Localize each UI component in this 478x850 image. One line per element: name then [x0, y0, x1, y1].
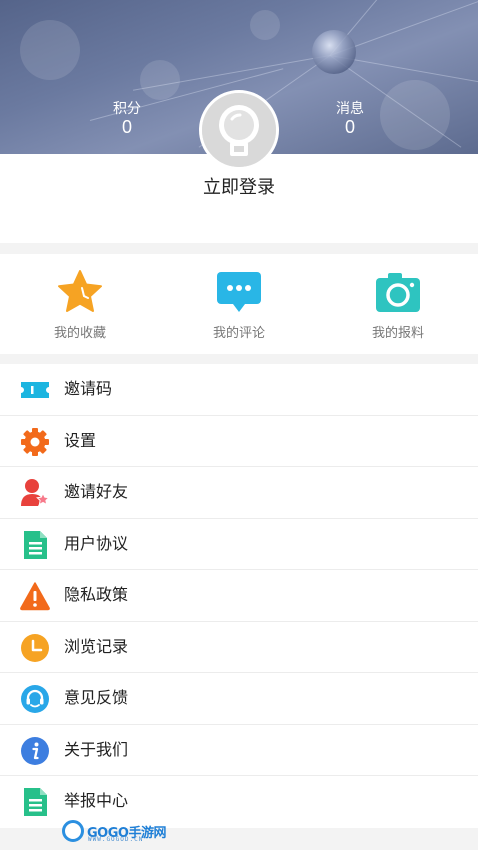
- watermark-url: WWW.GOGOD.CN: [88, 836, 144, 843]
- messages-label: 消息: [336, 100, 364, 116]
- messages-value: 0: [344, 117, 355, 137]
- invite-friend-icon: [21, 479, 50, 506]
- gear-icon: [21, 427, 49, 456]
- menu-item-label: 设置: [64, 432, 97, 450]
- menu-item-privacy-policy[interactable]: 隐私政策: [0, 570, 478, 622]
- default-avatar-icon: [202, 93, 276, 167]
- ticket-icon: [21, 382, 49, 398]
- messages-stat[interactable]: 消息 0: [320, 100, 380, 138]
- my-favorites-label: 我的收藏: [53, 325, 106, 340]
- water-drop-decoration: [312, 30, 356, 74]
- menu-item-browsing-history[interactable]: 浏览记录: [0, 622, 478, 673]
- avatar[interactable]: [199, 90, 279, 170]
- document-icon: [24, 530, 47, 559]
- menu-item-label: 举报中心: [64, 793, 129, 810]
- menu-item-about-us[interactable]: 关于我们: [0, 725, 478, 776]
- my-reports-button[interactable]: 我的报料: [338, 254, 458, 354]
- menu-item-label: 浏览记录: [64, 638, 129, 656]
- bokeh-decoration: [250, 10, 280, 40]
- login-button[interactable]: 立即登录: [0, 176, 478, 198]
- menu-item-feedback[interactable]: 意见反馈: [0, 673, 478, 725]
- comment-icon: [217, 272, 261, 312]
- menu-item-user-agreement[interactable]: 用户协议: [0, 519, 478, 570]
- my-comments-button[interactable]: 我的评论: [179, 254, 299, 354]
- camera-icon: [376, 273, 420, 312]
- warning-icon: [20, 582, 50, 611]
- menu-item-label: 隐私政策: [64, 587, 129, 604]
- bokeh-decoration: [20, 20, 80, 80]
- menu-item-label: 用户协议: [64, 535, 129, 553]
- clock-icon: [21, 633, 49, 662]
- bokeh-decoration: [140, 60, 180, 100]
- points-stat[interactable]: 积分 0: [97, 100, 157, 138]
- menu-item-label: 邀请好友: [64, 484, 129, 501]
- my-reports-label: 我的报料: [371, 325, 424, 340]
- menu-item-invite-friends[interactable]: 邀请好友: [0, 467, 478, 519]
- info-icon: [21, 736, 49, 765]
- points-label: 积分: [113, 100, 141, 116]
- menu-item-invite-code[interactable]: 邀请码: [0, 364, 478, 416]
- star-icon: [58, 270, 102, 312]
- points-value: 0: [121, 117, 132, 137]
- quick-actions-panel: 我的收藏 我的评论 我的报料: [0, 254, 478, 354]
- menu-item-label: 邀请码: [64, 381, 113, 398]
- menu-item-label: 意见反馈: [64, 690, 129, 707]
- menu-item-settings[interactable]: 设置: [0, 416, 478, 467]
- my-favorites-button[interactable]: 我的收藏: [20, 254, 140, 354]
- menu-item-label: 关于我们: [64, 741, 129, 759]
- settings-menu-list: 邀请码 设置 邀请好友 用户协议 隐私政策 浏览记录 意见反馈 关于我们 举报中…: [0, 364, 478, 828]
- watermark-logo-icon: [62, 820, 84, 842]
- headset-icon: [21, 685, 49, 713]
- site-watermark: GOGO手游网 WWW.GOGOD.CN: [62, 818, 166, 844]
- my-comments-label: 我的评论: [212, 325, 265, 340]
- report-document-icon: [24, 788, 47, 816]
